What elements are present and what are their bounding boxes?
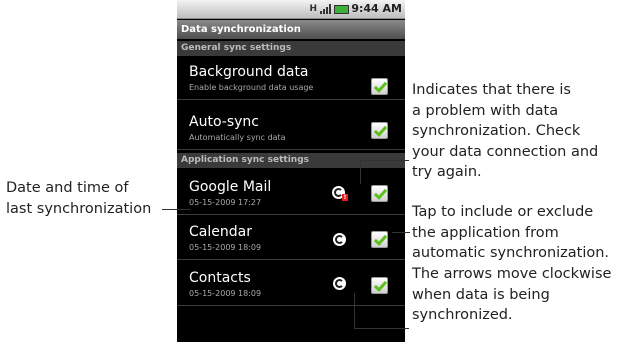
- auto-sync-checkbox[interactable]: [371, 122, 388, 139]
- setting-subtitle: Automatically sync data: [189, 133, 286, 142]
- status-time: 9:44 AM: [351, 2, 402, 15]
- setting-subtitle: Enable background data usage: [189, 83, 314, 92]
- contacts-checkbox[interactable]: [371, 277, 388, 294]
- sync-arrows-icon: [333, 277, 346, 290]
- page-title: Data synchronization: [177, 20, 405, 39]
- callout-date-time: Date and time of last synchronization: [6, 180, 152, 217]
- sync-item-calendar[interactable]: Calendar 05-15-2009 18:09: [177, 216, 405, 260]
- sync-item-subtitle: 05-15-2009 18:09: [189, 243, 262, 252]
- callout-include-exclude: Tap to include or exclude the applicatio…: [412, 204, 610, 261]
- calendar-checkbox[interactable]: [371, 231, 388, 248]
- leader-line-problem-v: [360, 160, 361, 184]
- google-mail-checkbox[interactable]: [371, 185, 388, 202]
- setting-background-data[interactable]: Background data Enable background data u…: [177, 56, 405, 100]
- sync-item-subtitle: 05-15-2009 17:27: [189, 198, 262, 207]
- battery-icon: [334, 4, 349, 14]
- warning-icon: !: [342, 194, 348, 201]
- section-header-general: General sync settings: [177, 41, 405, 56]
- network-type-icon: H: [309, 3, 317, 14]
- sync-item-title: Calendar: [189, 224, 252, 240]
- signal-icon: [320, 4, 331, 14]
- leader-line-include: [392, 232, 410, 233]
- leader-line-date: [162, 209, 190, 210]
- setting-title: Auto-sync: [189, 114, 259, 130]
- sync-item-subtitle: 05-15-2009 18:09: [189, 289, 262, 298]
- background-data-checkbox[interactable]: [371, 78, 388, 95]
- sync-item-google-mail[interactable]: Google Mail 05-15-2009 17:27 !: [177, 171, 405, 215]
- leader-line-problem-h: [360, 160, 409, 161]
- phone-screen: H 9:44 AM Data synchronization General s…: [177, 0, 405, 342]
- status-bar: H 9:44 AM: [177, 0, 405, 19]
- sync-item-title: Contacts: [189, 270, 251, 286]
- callout-sync-problem: Indicates that there is a problem with d…: [412, 82, 599, 180]
- status-icons: H: [309, 3, 349, 15]
- setting-title: Background data: [189, 64, 309, 80]
- sync-icon: [333, 233, 346, 246]
- setting-auto-sync[interactable]: Auto-sync Automatically sync data: [177, 106, 405, 150]
- leader-line-arrows-h: [354, 328, 409, 329]
- leader-line-arrows-v: [354, 293, 355, 329]
- sync-item-title: Google Mail: [189, 179, 272, 195]
- callout-arrows: The arrows move clockwise when data is b…: [412, 266, 612, 323]
- sync-item-contacts[interactable]: Contacts 05-15-2009 18:09: [177, 262, 405, 306]
